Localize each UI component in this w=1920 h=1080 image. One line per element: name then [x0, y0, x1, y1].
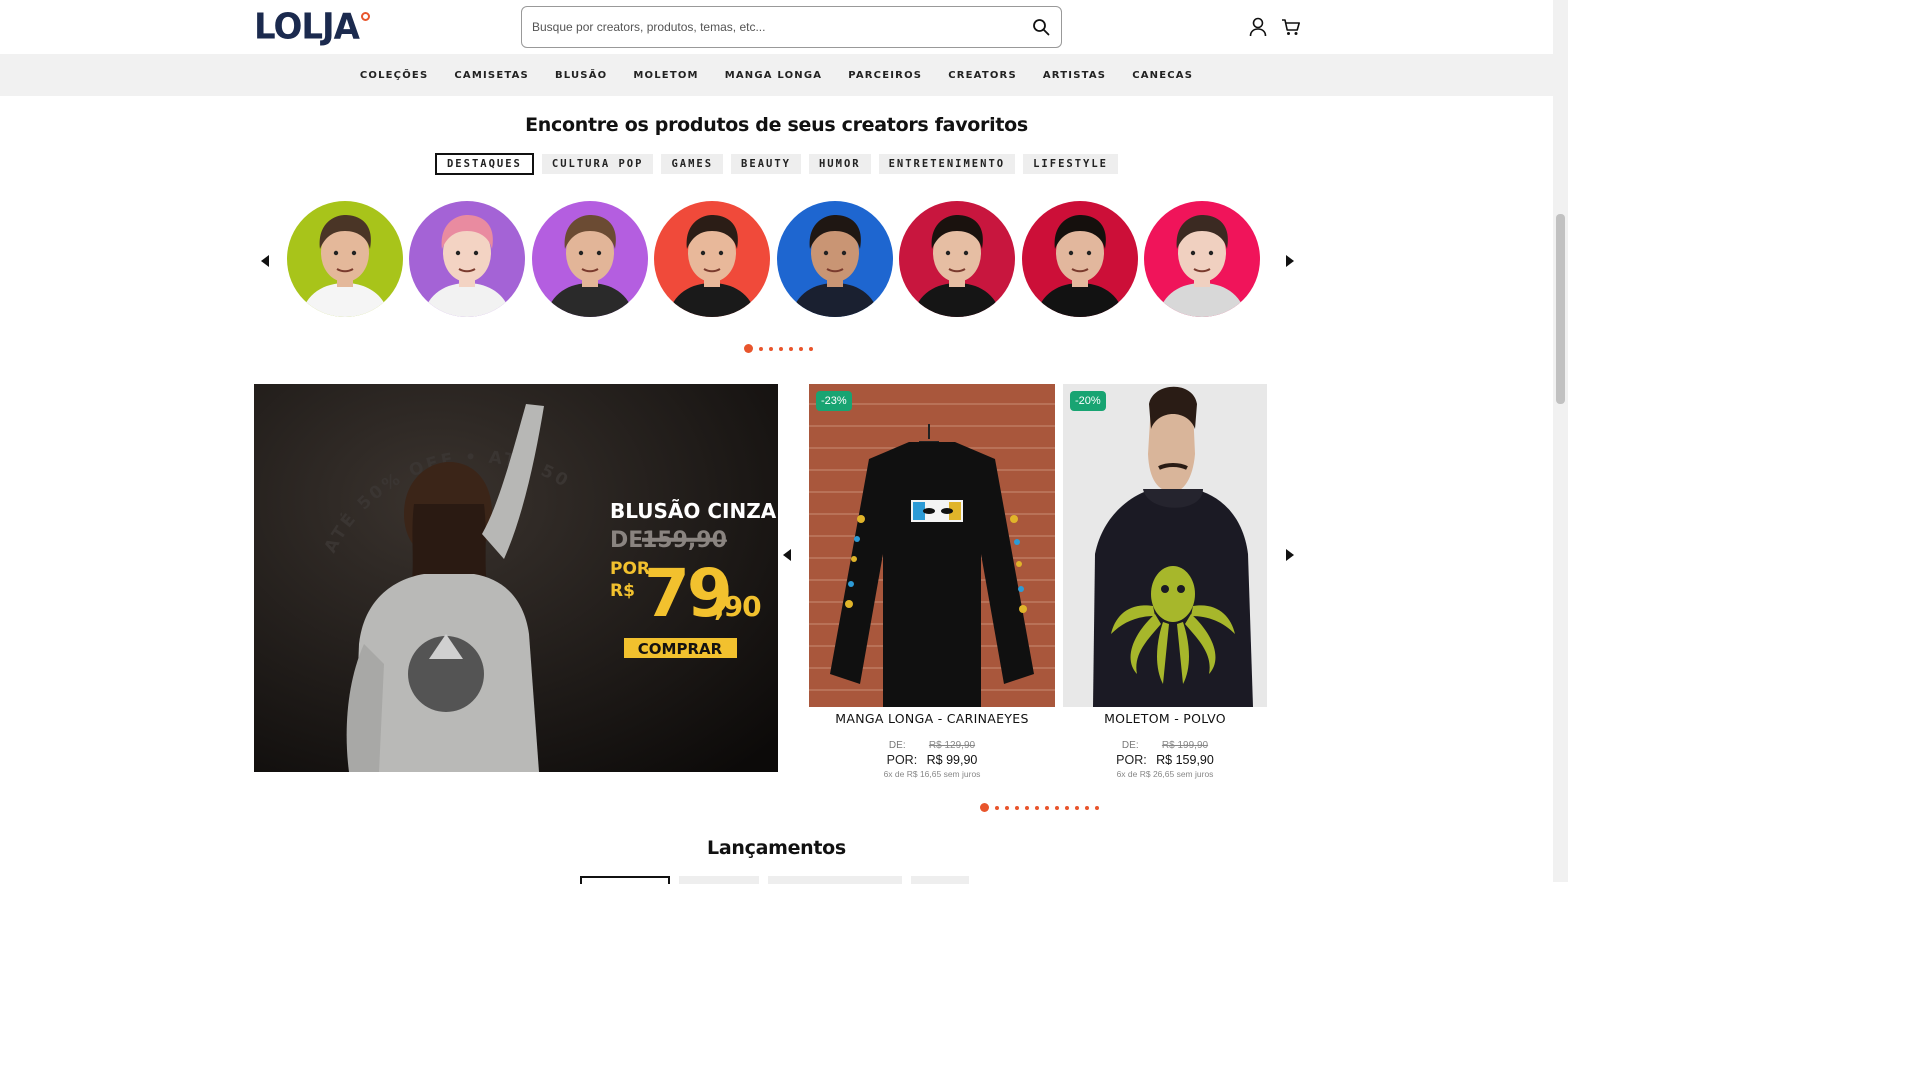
- carousel-dot[interactable]: [1015, 805, 1019, 810]
- carousel-dot-active[interactable]: [744, 344, 753, 353]
- nav-item-canecas[interactable]: CANECAS: [1132, 70, 1193, 81]
- product-name[interactable]: MANGA LONGA - CARINAEYES: [809, 711, 1055, 726]
- user-icon[interactable]: [1247, 15, 1269, 39]
- creators-prev-arrow-icon[interactable]: [261, 255, 269, 267]
- carousel-dot[interactable]: [1085, 805, 1089, 810]
- nav-item-parceiros[interactable]: PARCEIROS: [848, 70, 922, 81]
- carousel-dot[interactable]: [759, 346, 763, 351]
- scrollbar-thumb[interactable]: [1556, 214, 1565, 404]
- creator-avatar[interactable]: [899, 201, 1015, 317]
- nav-item-creators[interactable]: CREATORS: [948, 70, 1017, 81]
- creator-avatar[interactable]: [1144, 201, 1260, 317]
- installments: 6x de R$ 16,65 sem juros: [883, 769, 981, 779]
- site-header: LOLJA: [0, 0, 1553, 54]
- tab-launches[interactable]: [911, 876, 969, 884]
- banner-old-price: 159,90: [642, 528, 727, 553]
- creator-avatar[interactable]: [532, 201, 648, 317]
- search-input[interactable]: [522, 7, 1021, 47]
- creator-avatar[interactable]: [1022, 201, 1138, 317]
- products-prev-arrow-icon[interactable]: [783, 549, 791, 561]
- logo-text: LOLJA: [254, 6, 360, 49]
- products-carousel-dots: [980, 803, 1099, 812]
- product-image[interactable]: -23%: [809, 384, 1055, 707]
- launches-section-title: Lançamentos: [707, 837, 846, 859]
- cart-icon[interactable]: [1280, 15, 1302, 39]
- logo[interactable]: LOLJA: [254, 6, 370, 49]
- old-price-label: DE:: [888, 740, 906, 751]
- old-price: R$ 199,90: [1161, 740, 1209, 751]
- creators-next-arrow-icon[interactable]: [1286, 255, 1294, 267]
- price-label: POR:: [886, 753, 918, 767]
- search-bar: [521, 6, 1062, 48]
- banner-de-label: DE: [610, 528, 643, 553]
- carousel-dot[interactable]: [769, 346, 773, 351]
- tab-destaques[interactable]: DESTAQUES: [434, 153, 534, 175]
- tab-entretenimento[interactable]: ENTRETENIMENTO: [878, 154, 1016, 174]
- old-price-label: DE:: [1121, 740, 1139, 751]
- tab-cultura-pop[interactable]: CULTURA POP: [541, 154, 654, 174]
- tab-launches[interactable]: [768, 876, 902, 884]
- creator-avatar[interactable]: [409, 201, 525, 317]
- carousel-dot[interactable]: [1075, 805, 1079, 810]
- banner-title: BLUSÃO CINZA: [610, 499, 777, 523]
- tab-lifestyle[interactable]: LIFESTYLE: [1023, 154, 1119, 174]
- carousel-dot[interactable]: [1045, 805, 1049, 810]
- promo-banner[interactable]: ATÉ 50% OFF • ATÉ 50% OFF • BLUSÃO CINZA…: [254, 384, 778, 772]
- carousel-dot[interactable]: [1095, 805, 1099, 810]
- nav-item-artistas[interactable]: ARTISTAS: [1043, 70, 1106, 81]
- tab-humor[interactable]: HUMOR: [808, 154, 871, 174]
- nav-item-moletom[interactable]: MOLETOM: [633, 70, 698, 81]
- tab-launches-active[interactable]: [580, 876, 670, 884]
- product-card[interactable]: -20% MOLETOM - POLVO DE: R$ 199,90 POR: …: [1063, 384, 1267, 779]
- banner-cta-button[interactable]: COMPRAR: [638, 640, 723, 658]
- creator-category-tabs: DESTAQUES CULTURA POP GAMES BEAUTY HUMOR…: [0, 153, 1553, 175]
- price-label: POR:: [1116, 753, 1147, 767]
- carousel-dot[interactable]: [779, 346, 783, 351]
- creator-avatar[interactable]: [654, 201, 770, 317]
- page-scrollbar[interactable]: [1553, 0, 1568, 882]
- nav-item-manga-longa[interactable]: MANGA LONGA: [725, 70, 823, 81]
- carousel-dot[interactable]: [1055, 805, 1059, 810]
- creators-section-title: Encontre os produtos de seus creators fa…: [525, 114, 1028, 136]
- carousel-dot[interactable]: [789, 346, 793, 351]
- product-name[interactable]: MOLETOM - POLVO: [1042, 711, 1288, 726]
- search-icon[interactable]: [1021, 7, 1061, 47]
- nav-item-blusao[interactable]: BLUSÃO: [555, 70, 607, 81]
- product-card[interactable]: -23% MANGA LONGA - CARINAEYES DE: R$ 129…: [809, 384, 1055, 779]
- carousel-dot[interactable]: [1025, 805, 1029, 810]
- carousel-dot[interactable]: [1005, 805, 1009, 810]
- launches-category-tabs: [580, 876, 969, 884]
- carousel-dot[interactable]: [995, 805, 999, 810]
- installments: 6x de R$ 26,65 sem juros: [1116, 769, 1214, 779]
- banner-price-cents: ,90: [714, 590, 761, 623]
- banner-currency: R$: [610, 581, 635, 601]
- product-price-row: POR: R$ 159,90: [1042, 753, 1288, 767]
- creator-avatar[interactable]: [287, 201, 403, 317]
- product-old-price-row: DE: R$ 199,90: [1042, 740, 1288, 751]
- price: R$ 159,90: [1156, 753, 1214, 767]
- tab-games[interactable]: GAMES: [661, 154, 724, 174]
- logo-mark: [361, 12, 370, 21]
- discount-badge: -20%: [1070, 391, 1106, 411]
- carousel-dot-active[interactable]: [980, 803, 989, 812]
- creators-carousel-dots: [744, 344, 813, 353]
- product-price-row: POR: R$ 99,90: [809, 753, 1055, 767]
- products-next-arrow-icon[interactable]: [1286, 549, 1294, 561]
- creator-avatar[interactable]: [777, 201, 893, 317]
- old-price: R$ 129,90: [928, 740, 976, 751]
- carousel-dot[interactable]: [809, 346, 813, 351]
- tab-beauty[interactable]: BEAUTY: [731, 154, 801, 174]
- nav-item-colecoes[interactable]: COLEÇÕES: [360, 70, 429, 81]
- nav-item-camisetas[interactable]: CAMISETAS: [454, 70, 529, 81]
- carousel-dot[interactable]: [799, 346, 803, 351]
- carousel-dot[interactable]: [1035, 805, 1039, 810]
- tab-launches[interactable]: [679, 876, 759, 884]
- discount-badge: -23%: [816, 391, 852, 411]
- carousel-dot[interactable]: [1065, 805, 1069, 810]
- product-image[interactable]: -20%: [1063, 384, 1267, 707]
- main-nav: COLEÇÕES CAMISETAS BLUSÃO MOLETOM MANGA …: [0, 54, 1553, 96]
- product-old-price-row: DE: R$ 129,90: [809, 740, 1055, 751]
- price: R$ 99,90: [926, 753, 978, 767]
